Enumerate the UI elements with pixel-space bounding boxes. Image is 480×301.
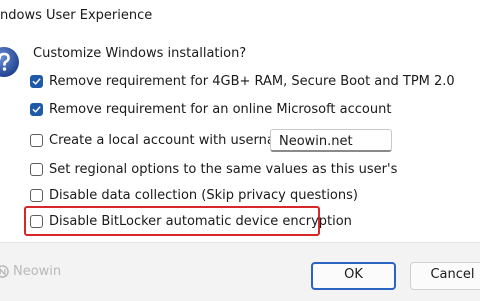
dialog-body: Customize Windows installation? Remove r… [0,34,480,242]
checkbox-disable-bitlocker[interactable] [30,214,43,228]
option-remove-hardware-requirements[interactable]: Remove requirement for 4GB+ RAM, Secure … [30,70,455,92]
option-label: Disable BitLocker automatic device encry… [49,213,352,229]
question-icon [0,47,19,77]
checkbox-remove-online-account[interactable] [30,102,43,116]
window-title: ndows User Experience [0,8,153,23]
option-set-regional[interactable]: Set regional options to the same values … [30,158,397,180]
title-bar: ndows User Experience [0,0,480,34]
checkmark-icon [32,105,41,113]
option-label: Create a local account with username: [49,132,300,148]
checkbox-create-local-account[interactable] [30,133,43,147]
option-remove-online-account[interactable]: Remove requirement for an online Microso… [30,98,391,120]
checkmark-icon [32,77,41,85]
option-label: Remove requirement for an online Microso… [49,101,392,117]
dialog-heading: Customize Windows installation? [33,46,247,61]
option-label: Disable data collection (Skip privacy qu… [49,187,358,203]
cancel-button[interactable]: Cancel [410,262,480,290]
option-disable-data-collection[interactable]: Disable data collection (Skip privacy qu… [30,184,358,206]
neowin-logo-icon [0,265,9,278]
option-create-local-account[interactable]: Create a local account with username: [30,129,300,151]
checkbox-set-regional[interactable] [30,162,43,176]
checkbox-remove-hardware-requirements[interactable] [30,74,43,88]
watermark-text: Neowin [13,264,62,279]
checkbox-disable-data-collection[interactable] [30,188,43,202]
dialog-footer: Neowin OK Cancel [0,242,480,301]
close-button[interactable] [458,0,480,34]
ok-button[interactable]: OK [311,262,396,290]
watermark: Neowin [0,264,61,279]
option-label: Set regional options to the same values … [49,161,398,177]
option-disable-bitlocker[interactable]: Disable BitLocker automatic device encry… [30,210,352,232]
username-input[interactable] [270,129,392,152]
option-label: Remove requirement for 4GB+ RAM, Secure … [49,73,455,89]
